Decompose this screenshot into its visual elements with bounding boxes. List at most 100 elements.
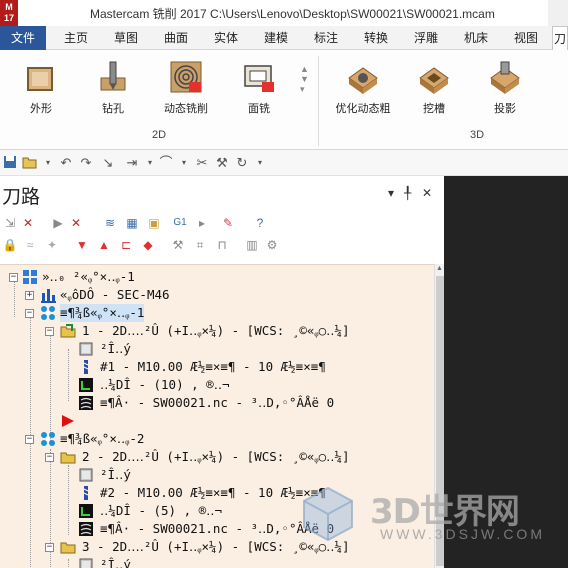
break-icon[interactable]: ⚒ <box>214 155 230 171</box>
regenerate-icon[interactable]: ▶ <box>50 215 66 231</box>
deselect-icon[interactable]: ✕ <box>20 215 36 231</box>
tab-home[interactable]: 主页 <box>56 26 96 50</box>
collapse-icon[interactable]: − <box>45 453 54 462</box>
move-down-icon[interactable]: ▼ <box>74 237 90 253</box>
tab-annotate[interactable]: 标注 <box>306 26 346 50</box>
backplot-icon[interactable]: ≋ <box>102 215 118 231</box>
toolpath-node[interactable]: ≡¶Â· - SW00021.nc - ³‥D‚◦°ÂÅë 0 <box>0 394 434 412</box>
help-icon[interactable]: ? <box>252 215 268 231</box>
parameters-label: ²Î‥ý <box>100 467 131 482</box>
toggle-display-icon[interactable]: ≈ <box>22 237 38 253</box>
tab-sketch[interactable]: 草图 <box>106 26 146 50</box>
insert-after-icon[interactable]: ⊏ <box>118 237 134 253</box>
window-controls[interactable] <box>548 0 568 26</box>
highfeed-icon[interactable]: ✎ <box>220 215 236 231</box>
toolpath-filter-icon[interactable]: ▥ <box>244 237 260 253</box>
insert-arrow-icon[interactable] <box>60 413 76 429</box>
collapse-icon[interactable]: − <box>45 543 54 552</box>
toolpath-group-1-label: ≡¶¾ß«ᵩ°×‥ᵩ-1 <box>60 304 145 322</box>
toggle-post-icon[interactable]: ✦ <box>44 237 60 253</box>
tab-solid[interactable]: 实体 <box>206 26 246 50</box>
extend-icon[interactable]: ⇥ <box>124 155 140 171</box>
verify-icon[interactable]: ▦ <box>124 215 140 231</box>
post-icon[interactable]: ▸ <box>194 215 210 231</box>
tree-machine[interactable]: + «ᵩôDÔ - SEC-M46 <box>0 286 434 304</box>
tab-relief[interactable]: 浮雕 <box>406 26 446 50</box>
scroll-thumb[interactable] <box>436 276 444 566</box>
save-icon[interactable] <box>2 155 18 171</box>
operation-1[interactable]: − 1 - 2D‥‥²Û (+I‥ᵩ×¼) - [WCS: ¸©«ᵩ○‥¼] <box>0 322 434 340</box>
simulate-icon[interactable]: ▣ <box>146 215 162 231</box>
tool-node[interactable]: #1 - M10.00 Æ½≡×≡¶ - 10 Æ½≡×≡¶ <box>0 358 434 376</box>
tool-node[interactable]: #2 - M10.00 Æ½≡×≡¶ - 10 Æ½≡×≡¶ <box>0 484 434 502</box>
arc-dropdown-icon[interactable]: ▾ <box>176 155 192 171</box>
machine-group-icon <box>23 270 37 284</box>
parameters-label: ²Î‥ý <box>100 557 131 568</box>
geometry-node[interactable]: ‥¼DÎ - (5) , ®‥¬ <box>0 502 434 520</box>
toolpath-group-2-label: ≡¶¾ß«ᵩ°×‥ᵩ-2 <box>60 431 145 446</box>
panel-title: 刀路 <box>2 186 41 208</box>
tab-surface[interactable]: 曲面 <box>156 26 196 50</box>
toolpath-group-2[interactable]: − ≡¶¾ß«ᵩ°×‥ᵩ-2 <box>0 430 434 448</box>
undo-icon[interactable]: ↶ <box>58 155 74 171</box>
trim-icon[interactable]: ✂ <box>194 155 210 171</box>
rotate-icon[interactable]: ↻ <box>234 155 250 171</box>
graphics-viewport[interactable] <box>444 176 568 568</box>
parameters-node[interactable]: ²Î‥ý <box>0 340 434 358</box>
tab-toolpaths[interactable]: 刀 <box>552 26 568 51</box>
contour-button[interactable]: 外形 <box>10 56 72 116</box>
operation-3[interactable]: − 3 - 2D‥‥²Û (+I‥ᵩ×¼) - [WCS: ¸©«ᵩ○‥¼] <box>0 538 434 556</box>
optimized-rough-button[interactable]: 优化动态粗 <box>332 56 394 116</box>
tab-view[interactable]: 视图 <box>506 26 546 50</box>
tree-root[interactable]: − »‥₀ ²«ᵩ°×‥ᵩ-1 <box>0 268 434 286</box>
insert-position[interactable] <box>0 412 434 430</box>
collapse-icon[interactable]: − <box>9 273 18 282</box>
project-button[interactable]: 投影 <box>474 56 536 116</box>
regenerate-dirty-icon[interactable]: ✕ <box>68 215 84 231</box>
toolpath-group-1[interactable]: − ≡¶¾ß«ᵩ°×‥ᵩ-1 <box>0 304 434 322</box>
expand-gallery-2d-icon[interactable]: ▲ ▼ ▾ <box>300 64 309 95</box>
expand-icon[interactable]: + <box>25 291 34 300</box>
parameters-node[interactable]: ²Î‥ý <box>0 466 434 484</box>
geometry-node[interactable]: ‥¼DÎ - (10) , ®‥¬ <box>0 376 434 394</box>
panel-menu-icon[interactable]: ▾ <box>388 186 394 200</box>
dynamic-mill-button[interactable]: 动态铣削 <box>155 56 217 116</box>
lock-icon[interactable]: 🔒 <box>2 237 18 253</box>
extend-dropdown-icon[interactable]: ▾ <box>142 155 158 171</box>
insert-arrow-icon[interactable]: ◆ <box>140 237 156 253</box>
open-icon[interactable] <box>22 155 38 171</box>
pocket-button[interactable]: 挖槽 <box>403 56 465 116</box>
display-options-icon[interactable]: ⌗ <box>192 237 208 253</box>
collapse-icon[interactable]: − <box>25 435 34 444</box>
collapse-icon[interactable]: − <box>45 327 54 336</box>
mastercam-logo[interactable]: M 17 <box>0 0 18 26</box>
close-panel-icon[interactable]: ✕ <box>422 186 432 200</box>
tab-model[interactable]: 建模 <box>256 26 296 50</box>
select-arrow-icon[interactable]: ↘ <box>100 155 116 171</box>
operation-2[interactable]: − 2 - 2D‥‥²Û (+I‥ᵩ×¼) - [WCS: ¸©«ᵩ○‥¼] <box>0 448 434 466</box>
settings-icon[interactable]: ⚙ <box>264 237 280 253</box>
drill-button[interactable]: 钻孔 <box>82 56 144 116</box>
tree-scrollbar[interactable]: ▲ <box>434 264 444 568</box>
project-label: 投影 <box>494 103 516 115</box>
scroll-up-icon[interactable]: ▲ <box>436 265 443 272</box>
tab-file[interactable]: 文件 <box>0 26 46 50</box>
redo-icon[interactable]: ↷ <box>78 155 94 171</box>
face-mill-button[interactable]: 面铣 <box>228 56 290 116</box>
parameters-node[interactable]: ²Î‥ý <box>0 556 434 568</box>
tab-machine[interactable]: 机床 <box>456 26 496 50</box>
display-only-selected-icon[interactable]: ⚒ <box>170 237 186 253</box>
rotate-dropdown-icon[interactable]: ▾ <box>252 155 268 171</box>
select-all-icon[interactable]: ⇲ <box>2 215 18 231</box>
open-dropdown-icon[interactable]: ▾ <box>40 155 56 171</box>
move-up-icon[interactable]: ▲ <box>96 237 112 253</box>
tab-transform[interactable]: 转换 <box>356 26 396 50</box>
toolpath-node[interactable]: ≡¶Â· - SW00021.nc - ³‥D‚◦°ÂÅë 0 <box>0 520 434 538</box>
toolpath-icon <box>79 396 93 410</box>
pin-icon[interactable]: ╀ <box>404 186 411 200</box>
collapse-icon[interactable]: − <box>25 309 34 318</box>
g1-icon[interactable]: G1 <box>172 215 188 231</box>
toggle-tool-icon[interactable]: ⊓ <box>214 237 230 253</box>
arc-icon[interactable]: ⌒ <box>158 155 174 171</box>
ribbon-panel: 外形 钻孔 动态铣削 面铣 ▲ ▼ ▾ 2D 优化动态粗 挖槽 投影 3D <box>0 50 568 150</box>
